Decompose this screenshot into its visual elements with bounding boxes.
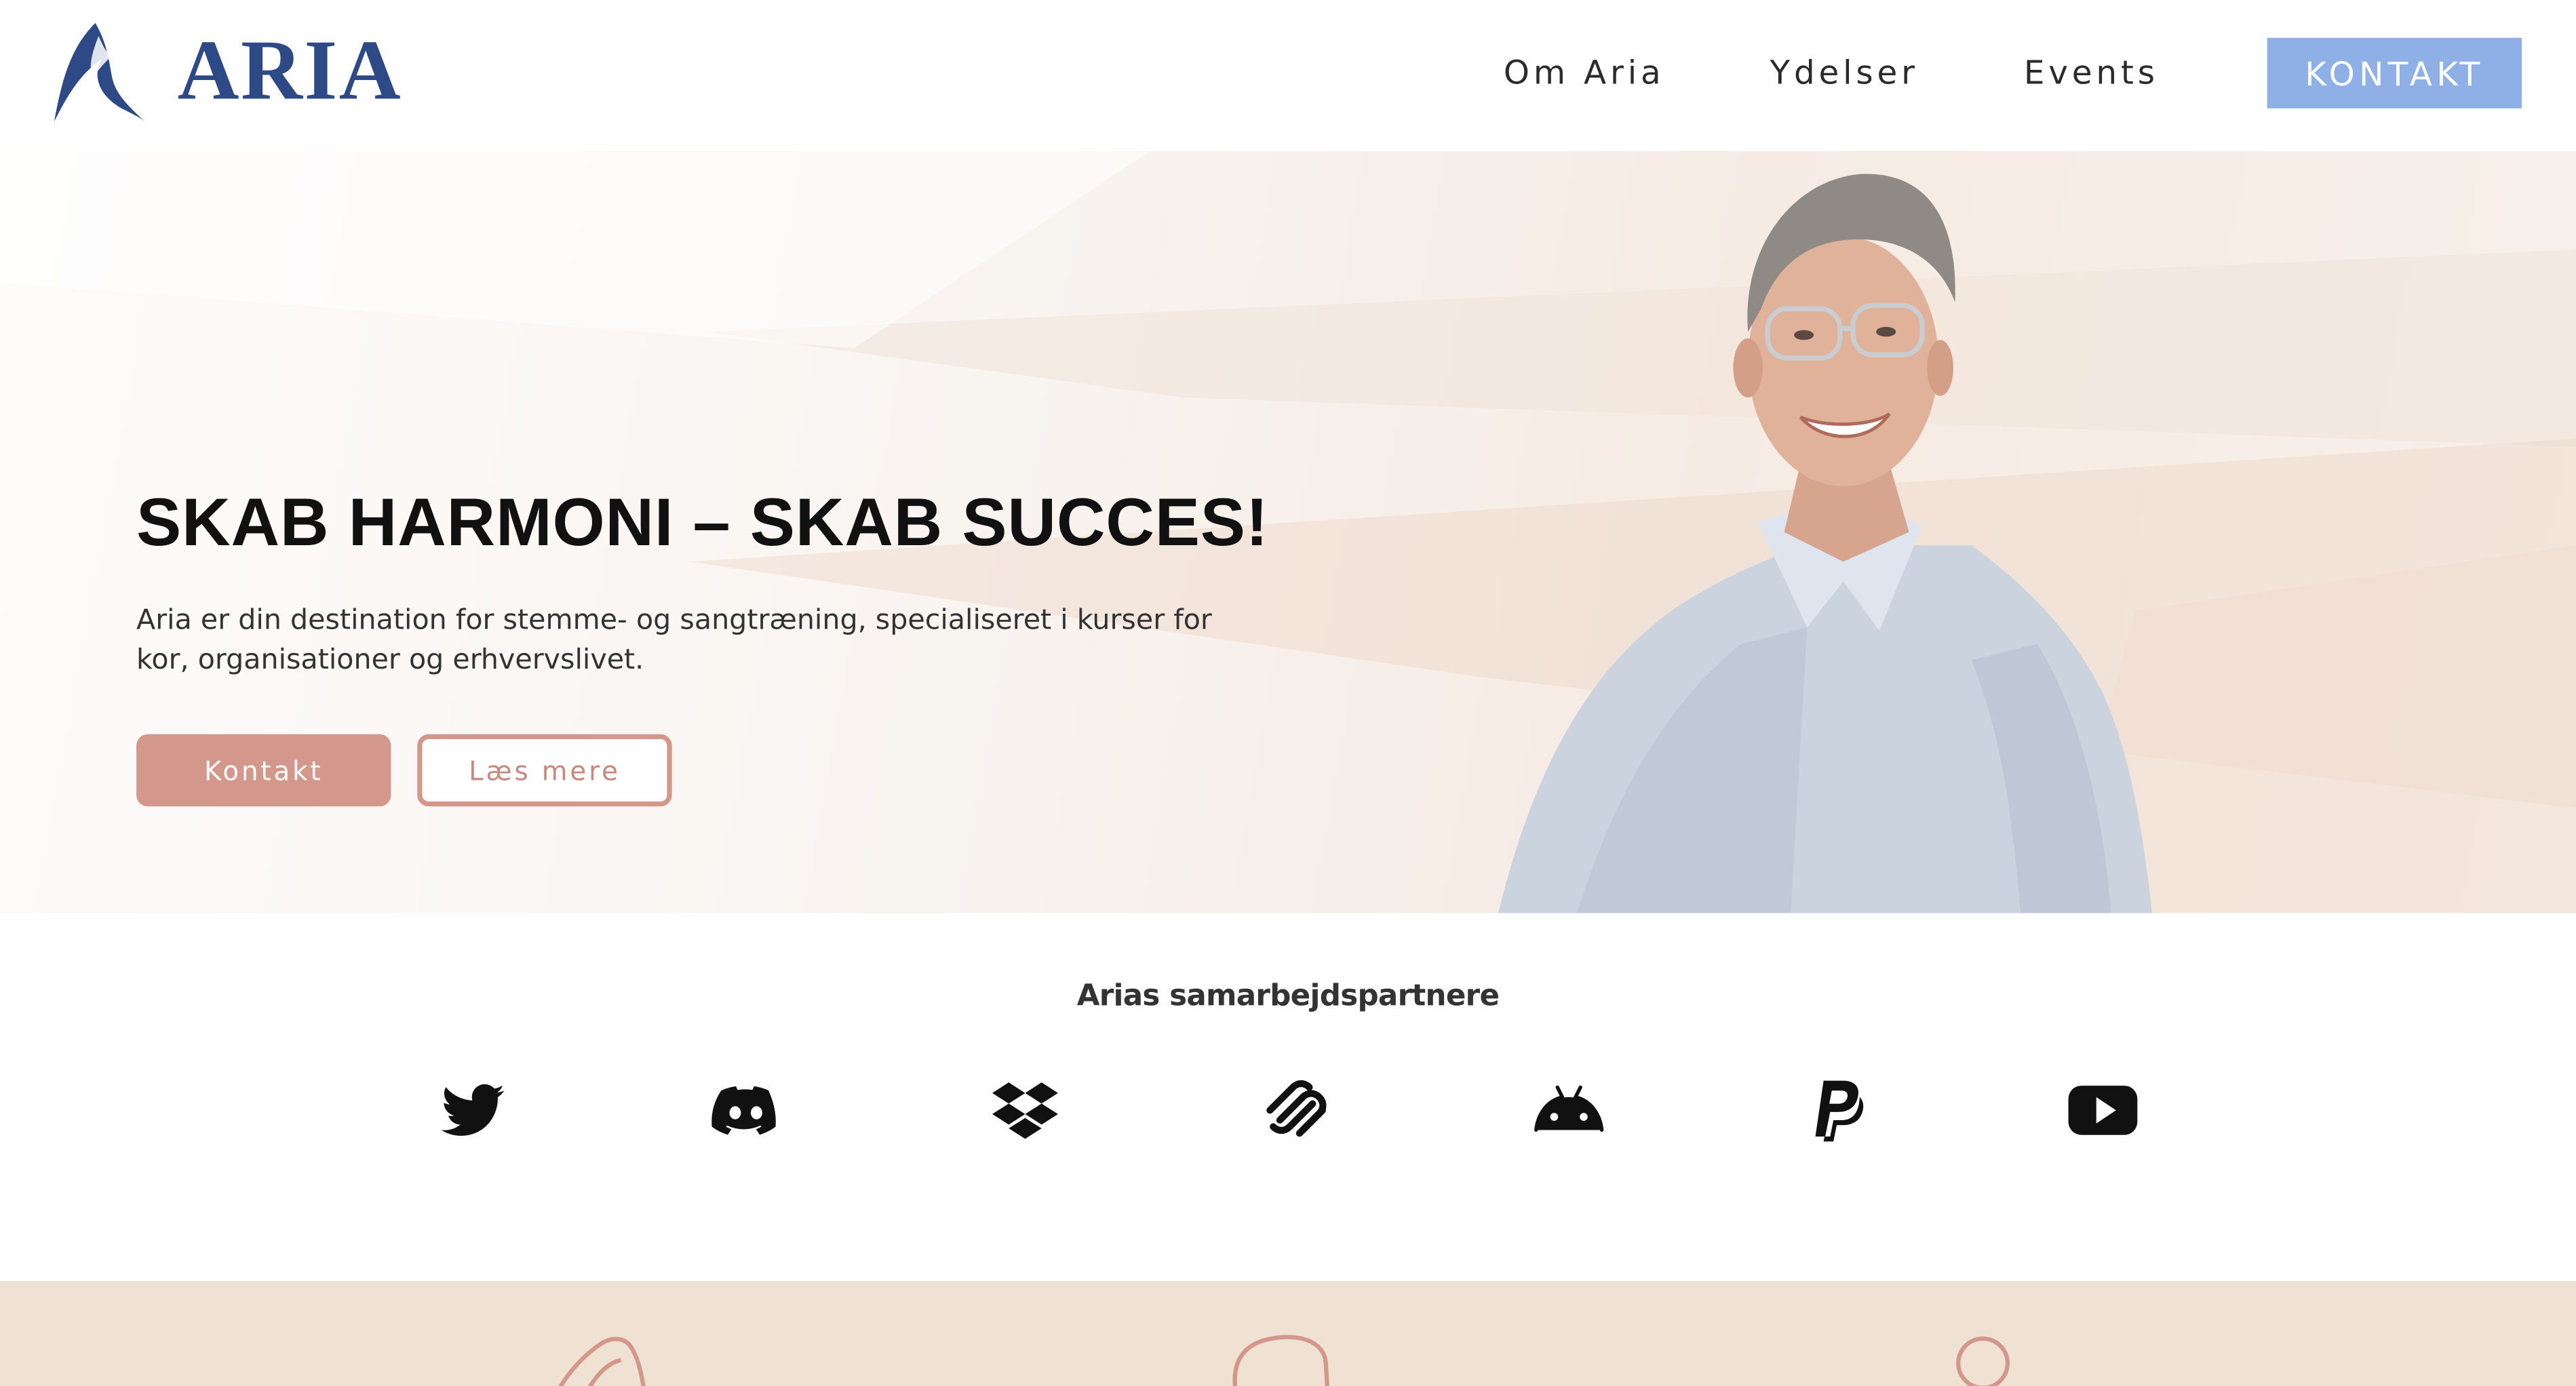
- page: ARIA Om Aria Ydelser Events KONTAKT SKAB…: [0, 0, 2576, 1386]
- nav-ydelser[interactable]: Ydelser: [1770, 38, 1919, 108]
- logo[interactable]: ARIA: [50, 20, 403, 125]
- hero-read-more-button[interactable]: Læs mere: [417, 734, 672, 807]
- hero-kontakt-button[interactable]: Kontakt: [136, 734, 391, 807]
- person-icon: [1956, 1336, 2010, 1386]
- hero-description: Aria er din destination for stemme- og s…: [136, 604, 1212, 677]
- main-nav: Om Aria Ydelser Events KONTAKT: [1399, 37, 2522, 108]
- hero-title: SKAB HARMONI – SKAB SUCCES!: [136, 484, 1269, 560]
- lips-icon: [558, 1336, 646, 1386]
- squarespace-icon[interactable]: [1260, 1077, 1333, 1143]
- speech-bubble-icon: [1232, 1334, 1329, 1386]
- partners-section: Arias samarbejdspartnere: [0, 913, 2576, 1282]
- android-icon[interactable]: [1533, 1077, 1605, 1143]
- partners-title: Arias samarbejdspartnere: [1076, 978, 1500, 1014]
- discord-icon[interactable]: [709, 1077, 782, 1143]
- nav-kontakt-button[interactable]: KONTAKT: [2267, 37, 2522, 108]
- dropbox-icon[interactable]: [989, 1077, 1061, 1143]
- brand-name: ARIA: [177, 24, 403, 119]
- flame-swoosh-icon: [54, 22, 145, 122]
- nav-om-aria[interactable]: Om Aria: [1504, 38, 1665, 108]
- portrait-photo: [1498, 174, 2153, 913]
- nav-events[interactable]: Events: [2024, 38, 2159, 108]
- youtube-icon[interactable]: [2067, 1077, 2139, 1143]
- twitter-icon[interactable]: [437, 1077, 509, 1143]
- features-band: [0, 1281, 2576, 1386]
- hero-title-emphasis: SUCCES!: [962, 484, 1269, 560]
- site-header: ARIA Om Aria Ydelser Events KONTAKT: [0, 0, 2576, 151]
- paypal-icon[interactable]: [1801, 1077, 1873, 1143]
- hero-section: SKAB HARMONI – SKAB SUCCES! Aria er din …: [0, 151, 2576, 913]
